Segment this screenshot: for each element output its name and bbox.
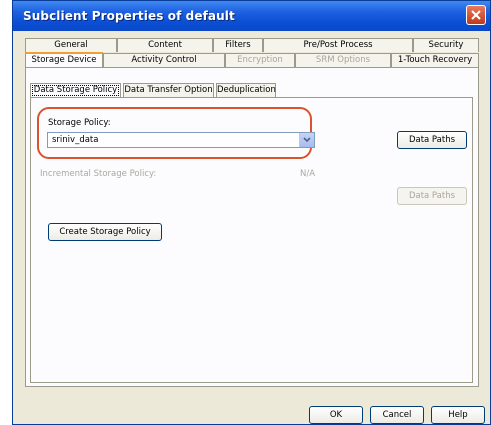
subtab-deduplication[interactable]: Deduplication bbox=[216, 83, 276, 97]
storage-policy-select[interactable]: sriniv_data bbox=[47, 132, 315, 148]
dropdown-button[interactable] bbox=[299, 133, 314, 147]
subtab-label: Data Storage Policy bbox=[33, 85, 118, 95]
storage-policy-label: Storage Policy: bbox=[48, 118, 111, 128]
title-bar[interactable]: Subclient Properties of default bbox=[13, 1, 490, 31]
tab-storage-device[interactable]: Storage Device bbox=[25, 52, 103, 68]
create-storage-policy-button[interactable]: Create Storage Policy bbox=[48, 223, 162, 241]
button-label: Data Paths bbox=[408, 135, 456, 145]
storage-policy-value: sriniv_data bbox=[52, 135, 99, 145]
incremental-storage-policy-label: Incremental Storage Policy: bbox=[40, 169, 157, 179]
tab-row-bottom: Storage Device Activity Control Encrypti… bbox=[25, 52, 479, 68]
tab-label: Activity Control bbox=[131, 55, 197, 65]
tab-general[interactable]: General bbox=[25, 38, 117, 52]
tab-1-touch-recovery[interactable]: 1-Touch Recovery bbox=[391, 53, 479, 67]
tab-content[interactable]: Content bbox=[117, 38, 213, 52]
properties-dialog: Subclient Properties of default General … bbox=[12, 0, 491, 425]
tab-label: SRM Options bbox=[315, 55, 371, 65]
tab-encryption[interactable]: Encryption bbox=[225, 53, 295, 67]
tab-filters[interactable]: Filters bbox=[213, 38, 263, 52]
close-icon bbox=[471, 10, 481, 20]
subtab-label: Data Transfer Option bbox=[124, 85, 213, 95]
tab-label: Storage Device bbox=[31, 55, 97, 65]
subtab-data-transfer-option[interactable]: Data Transfer Option bbox=[123, 83, 214, 97]
tab-row-top: General Content Filters Pre/Post Process… bbox=[25, 38, 479, 52]
tab-activity-control[interactable]: Activity Control bbox=[103, 53, 225, 67]
subtab-label: Deduplication bbox=[217, 85, 276, 95]
tab-label: Encryption bbox=[237, 55, 283, 65]
incremental-storage-policy-value: N/A bbox=[300, 169, 316, 179]
window-title: Subclient Properties of default bbox=[23, 9, 235, 23]
tab-label: Content bbox=[148, 40, 182, 50]
tab-label: Pre/Post Process bbox=[303, 40, 373, 50]
data-paths-button[interactable]: Data Paths bbox=[397, 131, 467, 149]
tab-label: 1-Touch Recovery bbox=[397, 55, 473, 65]
button-label: OK bbox=[329, 410, 343, 420]
subtab-data-storage-policy[interactable]: Data Storage Policy bbox=[30, 83, 121, 98]
tab-pre-post-process[interactable]: Pre/Post Process bbox=[263, 38, 413, 52]
button-label: Data Paths bbox=[408, 191, 456, 201]
help-button[interactable]: Help bbox=[431, 406, 485, 424]
tab-srm-options[interactable]: SRM Options bbox=[295, 53, 391, 67]
chevron-down-icon bbox=[303, 137, 311, 143]
tab-security[interactable]: Security bbox=[413, 38, 479, 52]
cancel-button[interactable]: Cancel bbox=[370, 406, 424, 424]
tab-label: Filters bbox=[225, 40, 251, 50]
incremental-data-paths-button[interactable]: Data Paths bbox=[397, 187, 467, 205]
button-label: Cancel bbox=[382, 410, 412, 420]
close-button[interactable] bbox=[466, 5, 486, 25]
ok-button[interactable]: OK bbox=[309, 406, 363, 424]
button-label: Create Storage Policy bbox=[59, 227, 151, 237]
tab-label: Security bbox=[428, 40, 464, 50]
tab-label: General bbox=[54, 40, 88, 50]
button-label: Help bbox=[448, 410, 468, 420]
